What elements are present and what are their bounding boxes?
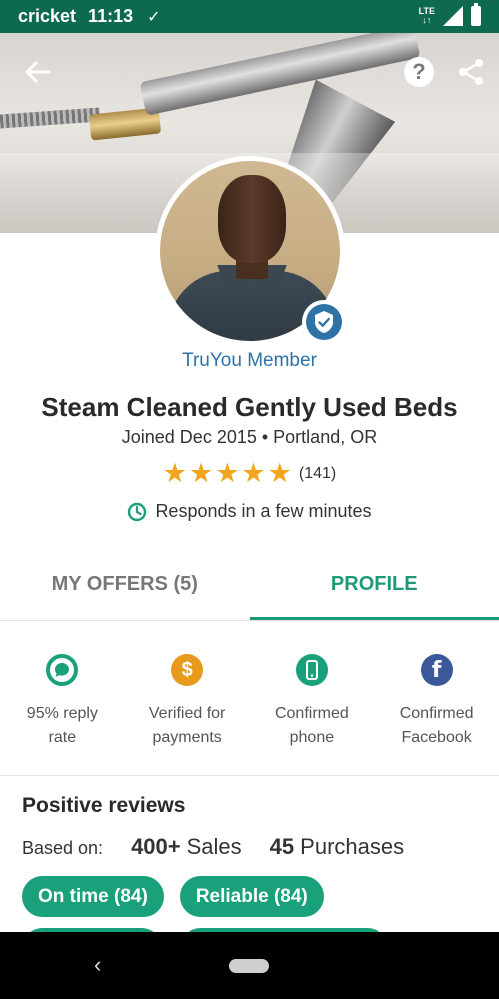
status-bar: cricket 11:13 ✓ LTE ↓↑ [0, 0, 499, 33]
star-icon: ★ [215, 458, 240, 488]
joined-location: Joined Dec 2015 • Portland, OR [121, 427, 378, 447]
signal-icon [443, 6, 463, 26]
seller-name: Steam Cleaned Gently Used Beds [41, 392, 458, 422]
star-icon: ★ [188, 458, 214, 488]
positive-reviews-title: Positive reviews [22, 794, 186, 817]
system-back-icon[interactable]: ‹ [94, 952, 101, 978]
badge-confirmed-phone[interactable]: Confirmed phone [250, 622, 375, 775]
purchases-label: Purchases [300, 834, 405, 859]
review-chips: On time (84) Reliable (84) [22, 876, 324, 917]
phone-icon [295, 654, 328, 686]
rating-count: (141) [298, 464, 337, 482]
tab-my-offers[interactable]: MY OFFERS (5) [0, 555, 250, 620]
profile-tabs: MY OFFERS (5) PROFILE [0, 555, 499, 621]
share-icon[interactable] [455, 56, 487, 88]
badge-confirmed-facebook[interactable]: f Confirmed Facebook [374, 622, 499, 775]
facebook-icon: f [420, 654, 453, 686]
based-on-summary: Based on: 400+ Sales 45 Purchases [22, 834, 404, 860]
download-complete-icon: ✓ [147, 8, 161, 26]
battery-icon [471, 3, 481, 26]
star-icon: ★ [267, 458, 292, 488]
chat-bubble-icon [46, 654, 79, 686]
review-chip-on-time[interactable]: On time (84) [22, 876, 164, 917]
verified-shield-icon [302, 300, 346, 344]
network-type: LTE ↓↑ [418, 6, 435, 25]
based-on-label: Based on: [22, 838, 104, 858]
response-time-text: Responds in a few minutes [155, 501, 372, 521]
response-time: Responds in a few minutes [0, 501, 499, 522]
clock-icon [128, 502, 147, 521]
star-icon: ★ [241, 458, 266, 488]
system-home-pill[interactable] [229, 959, 269, 973]
trust-badges: 95% reply rate $ Verified for payments Con… [0, 622, 499, 776]
badge-reply-rate[interactable]: 95% reply rate [0, 622, 125, 775]
clock: 11:13 [88, 6, 134, 26]
purchases-count: 45 [269, 834, 295, 859]
rating[interactable]: ★ ★ ★ ★ ★ (141) [0, 460, 499, 487]
star-icon: ★ [162, 458, 187, 488]
carrier-name: cricket [18, 6, 77, 26]
review-chip-reliable[interactable]: Reliable (84) [179, 876, 324, 917]
help-icon[interactable]: ? [404, 57, 434, 87]
sales-count: 400+ [131, 834, 181, 859]
truyou-member-link[interactable]: TruYou Member [0, 350, 499, 372]
dollar-coin-icon: $ [171, 654, 204, 686]
badge-verified-payments[interactable]: $ Verified for payments [125, 622, 250, 775]
tab-profile[interactable]: PROFILE [249, 555, 499, 620]
sales-label: Sales [186, 834, 242, 859]
arrow-left-icon[interactable] [22, 56, 54, 88]
